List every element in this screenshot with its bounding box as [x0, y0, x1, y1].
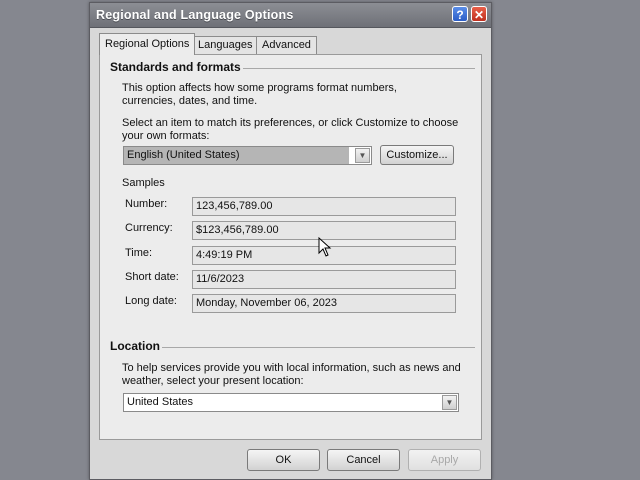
location-group-title: Location: [108, 339, 162, 353]
sample-label-time: Time:: [125, 247, 153, 259]
apply-button[interactable]: Apply: [408, 449, 481, 471]
window-title: Regional and Language Options: [96, 8, 294, 22]
cancel-button[interactable]: Cancel: [327, 449, 400, 471]
tab-regional-options[interactable]: Regional Options: [99, 33, 196, 55]
locale-dropdown[interactable]: English (United States) ▼: [123, 146, 372, 165]
sample-value-short-date: 11/6/2023: [192, 270, 456, 289]
help-button[interactable]: ?: [452, 6, 468, 22]
tab-advanced[interactable]: Advanced: [256, 36, 317, 54]
sample-label-short-date: Short date:: [125, 271, 179, 283]
regional-options-panel: Standards and formats This option affect…: [99, 54, 482, 440]
customize-button[interactable]: Customize...: [380, 145, 454, 165]
title-bar[interactable]: Regional and Language Options ? ✕: [90, 3, 491, 28]
tab-languages[interactable]: Languages: [192, 36, 259, 54]
locale-dropdown-value: English (United States): [124, 147, 349, 164]
close-button[interactable]: ✕: [471, 6, 487, 22]
standards-description: This option affects how some programs fo…: [122, 82, 397, 107]
sample-label-currency: Currency:: [125, 222, 173, 234]
location-description: To help services provide you with local …: [122, 362, 461, 387]
location-dropdown[interactable]: United States ▼: [123, 393, 459, 412]
mouse-pointer-icon: [318, 237, 332, 257]
standards-group-title: Standards and formats: [108, 60, 243, 74]
sample-label-number: Number:: [125, 198, 168, 210]
chevron-down-icon[interactable]: ▼: [442, 395, 457, 410]
samples-heading: Samples: [122, 177, 165, 189]
sample-label-long-date: Long date:: [125, 295, 177, 307]
chevron-down-icon[interactable]: ▼: [355, 148, 370, 163]
sample-value-long-date: Monday, November 06, 2023: [192, 294, 456, 313]
location-group-divider: [110, 347, 475, 348]
sample-value-number: 123,456,789.00: [192, 197, 456, 216]
regional-options-dialog: Regional and Language Options ? ✕ Region…: [89, 2, 492, 480]
standards-select-prompt: Select an item to match its preferences,…: [122, 117, 459, 142]
ok-button[interactable]: OK: [247, 449, 320, 471]
location-dropdown-value: United States: [127, 396, 194, 408]
